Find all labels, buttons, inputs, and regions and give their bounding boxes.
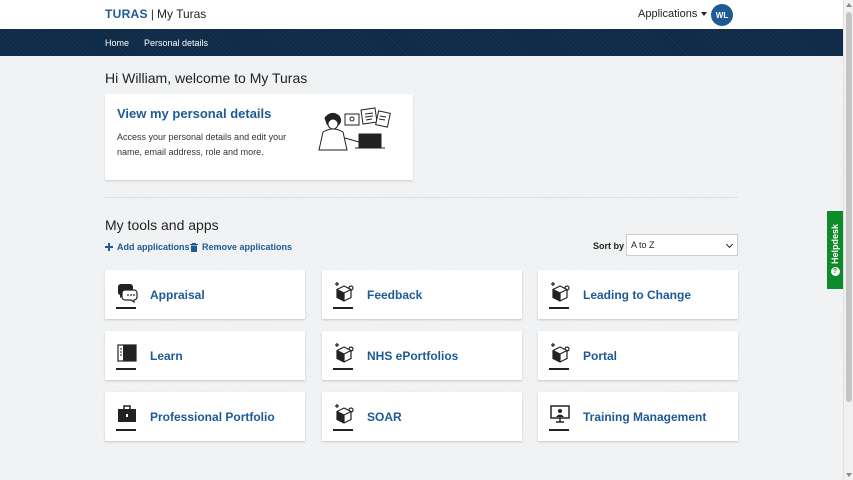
brand-product: My Turas — [156, 7, 207, 21]
scroll-down-icon[interactable] — [846, 473, 852, 477]
nav-bar: Home Personal details — [0, 29, 843, 56]
sort-label: Sort by — [593, 241, 625, 251]
brand-logo[interactable]: TURAS | My Turas — [105, 7, 206, 21]
avatar[interactable]: WL — [711, 4, 733, 26]
brand-separator: | — [150, 7, 154, 21]
add-applications-button[interactable]: Add applications — [105, 242, 190, 252]
tile-underline — [549, 307, 569, 309]
cube-sparkle-icon — [551, 282, 570, 302]
sort-select-value: A to Z — [631, 240, 655, 250]
top-bar: TURAS | My Turas Applications WL — [0, 0, 843, 29]
tile-underline — [549, 429, 569, 431]
app-tile-label: Appraisal — [150, 288, 205, 302]
app-tile-soar[interactable]: SOAR — [322, 392, 522, 441]
question-circle-icon: ? — [830, 267, 840, 277]
helpdesk-tab[interactable]: Helpdesk ? — [827, 211, 843, 289]
app-tile-label: Learn — [150, 349, 183, 363]
chat-bubbles-icon — [117, 284, 138, 303]
sort-select[interactable]: A to Z — [626, 234, 738, 256]
caret-down-icon — [701, 12, 708, 16]
app-tile-label: Feedback — [367, 288, 423, 302]
tile-underline — [333, 429, 353, 431]
app-tile-label: SOAR — [367, 410, 402, 424]
applications-menu[interactable]: Applications — [638, 8, 708, 20]
page-scrollbar[interactable] — [843, 0, 853, 480]
tile-underline — [116, 368, 136, 370]
app-tile-appraisal[interactable]: Appraisal — [105, 270, 305, 319]
scroll-thumb[interactable] — [846, 12, 852, 402]
app-tile-nhs-eportfolios[interactable]: NHS ePortfolios — [322, 331, 522, 380]
app-tile-feedback[interactable]: Feedback — [322, 270, 522, 319]
person-laptop-illustration — [318, 107, 391, 151]
personal-details-description: Access your personal details and edit yo… — [117, 132, 287, 157]
app-tile-label: NHS ePortfolios — [367, 349, 459, 363]
applications-label: Applications — [638, 8, 698, 20]
app-tile-learn[interactable]: Learn — [105, 331, 305, 380]
cube-sparkle-icon — [335, 282, 354, 302]
tools-section-title: My tools and apps — [105, 217, 219, 233]
cube-sparkle-icon — [551, 343, 570, 363]
tile-underline — [549, 368, 569, 370]
nav-personal-details[interactable]: Personal details — [144, 38, 208, 48]
app-tile-professional-portfolio[interactable]: Professional Portfolio — [105, 392, 305, 441]
cube-sparkle-icon — [335, 343, 354, 363]
app-tile-label: Leading to Change — [583, 288, 691, 302]
personal-details-card[interactable]: View my personal details Access your per… — [105, 94, 413, 180]
app-tile-label: Professional Portfolio — [150, 410, 275, 424]
presentation-icon — [550, 405, 570, 423]
app-tile-label: Training Management — [583, 410, 707, 424]
app-tile-training-management[interactable]: Training Management — [538, 392, 738, 441]
brand-turas: TURAS — [105, 7, 148, 21]
book-icon — [117, 344, 137, 362]
nav-home[interactable]: Home — [105, 38, 129, 48]
helpdesk-label: Helpdesk — [830, 223, 840, 265]
trash-icon — [190, 242, 198, 252]
plus-icon — [105, 243, 113, 251]
remove-applications-label: Remove applications — [202, 242, 293, 252]
chevron-down-icon — [725, 240, 734, 249]
app-tile-label: Portal — [583, 349, 618, 363]
app-tile-portal[interactable]: Portal — [538, 331, 738, 380]
page-title: Hi William, welcome to My Turas — [105, 70, 308, 86]
tile-underline — [116, 429, 136, 431]
app-tile-leading-to-change[interactable]: Leading to Change — [538, 270, 738, 319]
personal-details-title[interactable]: View my personal details — [117, 106, 271, 121]
tile-underline — [116, 307, 136, 309]
tile-underline — [333, 368, 353, 370]
remove-applications-button[interactable]: Remove applications — [190, 242, 292, 252]
section-divider — [105, 197, 738, 198]
add-applications-label: Add applications — [117, 242, 190, 252]
cube-sparkle-icon — [335, 404, 354, 424]
scroll-up-icon[interactable] — [846, 3, 852, 7]
briefcase-icon — [118, 405, 136, 422]
tile-underline — [333, 307, 353, 309]
